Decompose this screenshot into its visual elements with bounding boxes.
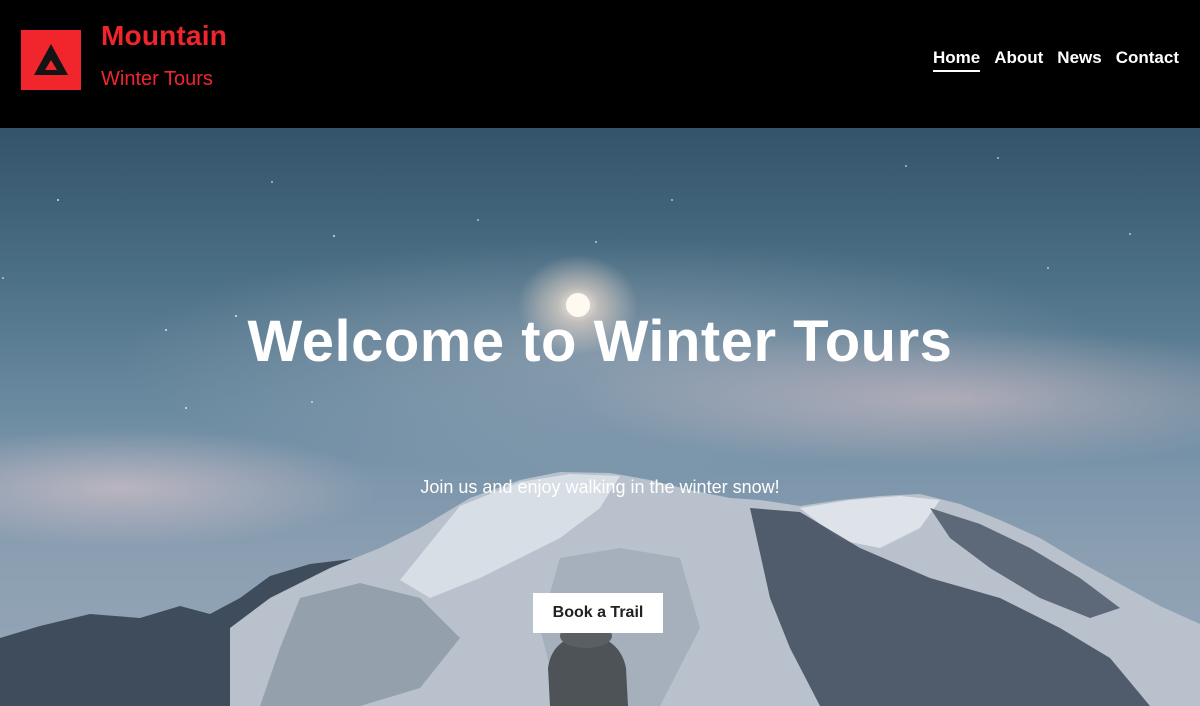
main-nav: Home About News Contact [932, 48, 1179, 72]
logo[interactable] [21, 30, 81, 90]
mountain-triangle-icon [34, 44, 68, 75]
nav-item-about[interactable]: About [994, 48, 1043, 72]
hero-subtitle: Join us and enjoy walking in the winter … [420, 477, 780, 497]
brand-subtitle: Winter Tours [101, 68, 213, 90]
site-header: Mountain Winter Tours Home About News Co… [0, 0, 1200, 128]
nav-item-contact[interactable]: Contact [1116, 48, 1179, 72]
nav-item-news[interactable]: News [1057, 48, 1101, 72]
page: Mountain Winter Tours Home About News Co… [0, 0, 1200, 706]
nav-item-home[interactable]: Home [932, 48, 981, 72]
hero-title: Welcome to Winter Tours [247, 309, 953, 374]
book-trail-button[interactable]: Book a Trail [533, 593, 663, 633]
brand-title[interactable]: Mountain [101, 20, 227, 52]
hero-section: Welcome to Winter Tours Join us and enjo… [0, 128, 1200, 706]
